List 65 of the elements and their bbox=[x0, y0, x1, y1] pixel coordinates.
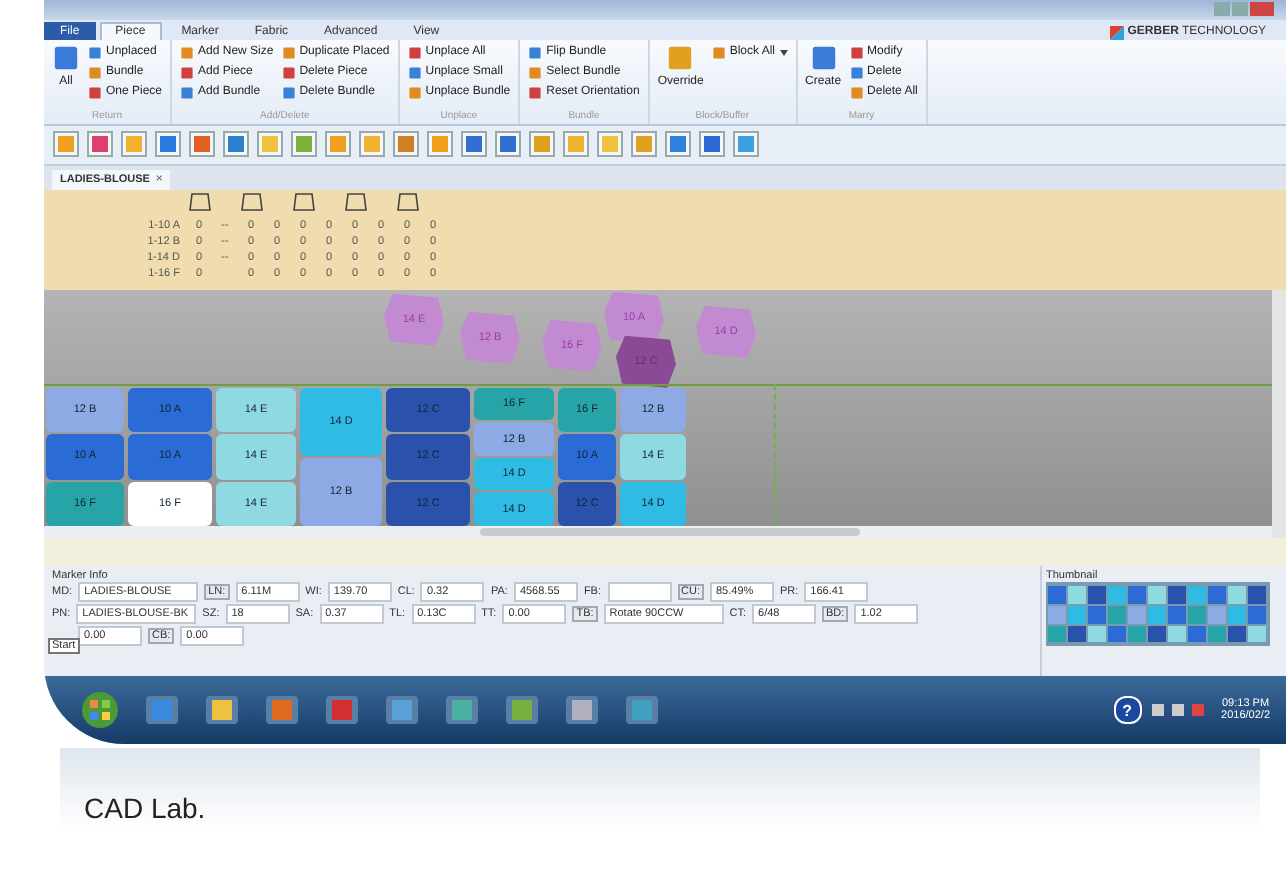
square-icon bbox=[407, 65, 422, 80]
toolbar-icon[interactable] bbox=[392, 130, 420, 159]
help-button[interactable]: ? bbox=[1113, 696, 1142, 725]
square-icon bbox=[281, 45, 296, 60]
square-icon bbox=[407, 45, 422, 60]
square-icon bbox=[88, 65, 102, 80]
toolbar-icon[interactable] bbox=[494, 130, 522, 159]
toolbar-icon[interactable] bbox=[256, 130, 284, 159]
taskbar-app-icon[interactable] bbox=[204, 694, 240, 727]
square-icon bbox=[407, 85, 422, 100]
square-icon bbox=[180, 85, 195, 100]
piece-outline-icon bbox=[343, 192, 367, 213]
toolbar-icon[interactable] bbox=[426, 130, 454, 159]
toolbar-icon[interactable] bbox=[630, 130, 658, 159]
square-icon bbox=[711, 45, 726, 60]
square-icon bbox=[666, 43, 695, 72]
logo-icon bbox=[1109, 25, 1124, 40]
piece-outline-icon bbox=[239, 192, 263, 213]
taskbar-app-icon[interactable] bbox=[624, 694, 660, 727]
toolbar-icon[interactable] bbox=[86, 130, 114, 159]
toolbar-icon[interactable] bbox=[120, 130, 148, 159]
toolbar-icon[interactable] bbox=[154, 130, 182, 159]
caption: CAD Lab. bbox=[84, 792, 206, 824]
value-field[interactable] bbox=[607, 582, 671, 603]
taskbar-app-icon[interactable] bbox=[384, 694, 420, 727]
toolbar-icon[interactable] bbox=[562, 130, 590, 159]
toolbar-icon[interactable] bbox=[460, 130, 488, 159]
piece-outline-icon bbox=[187, 192, 211, 213]
square-icon bbox=[849, 85, 864, 100]
taskbar-app-icon[interactable] bbox=[444, 694, 480, 727]
toolbar-icon[interactable] bbox=[596, 130, 624, 159]
square-icon bbox=[88, 85, 102, 100]
taskbar-app-icon[interactable] bbox=[264, 694, 300, 727]
toolbar-icon[interactable] bbox=[528, 130, 556, 159]
horizontal-scrollbar[interactable] bbox=[44, 525, 1272, 538]
taskbar-app-icon[interactable] bbox=[324, 694, 360, 727]
square-icon bbox=[180, 65, 195, 80]
square-icon bbox=[52, 43, 80, 72]
square-icon bbox=[180, 45, 195, 60]
toolbar-icon[interactable] bbox=[290, 130, 318, 159]
piece-outline-icon bbox=[291, 192, 315, 213]
square-icon bbox=[88, 45, 102, 60]
square-icon bbox=[849, 65, 864, 80]
toolbar-icon[interactable] bbox=[222, 130, 250, 159]
toolbar-icon[interactable] bbox=[324, 130, 352, 159]
start-orb-icon[interactable] bbox=[80, 690, 120, 731]
square-icon bbox=[849, 45, 864, 60]
toolbar-icon[interactable] bbox=[358, 130, 386, 159]
toolbar-icon[interactable] bbox=[664, 130, 692, 159]
taskbar-app-icon[interactable] bbox=[504, 694, 540, 727]
toolbar-icon[interactable] bbox=[188, 130, 216, 159]
piece-outline-icon bbox=[395, 192, 419, 213]
square-icon bbox=[528, 45, 543, 60]
square-icon bbox=[809, 43, 838, 72]
taskbar-app-icon[interactable] bbox=[144, 694, 180, 727]
window-controls-icon bbox=[1214, 2, 1274, 17]
square-icon bbox=[281, 65, 296, 80]
caret-icon bbox=[779, 49, 788, 56]
square-icon bbox=[528, 65, 543, 80]
square-icon bbox=[281, 85, 296, 100]
toolbar-icon[interactable] bbox=[52, 130, 80, 159]
toolbar-icon[interactable] bbox=[698, 130, 726, 159]
taskbar-app-icon[interactable] bbox=[564, 694, 600, 727]
square-icon bbox=[528, 85, 543, 100]
toolbar-icon[interactable] bbox=[732, 130, 760, 159]
